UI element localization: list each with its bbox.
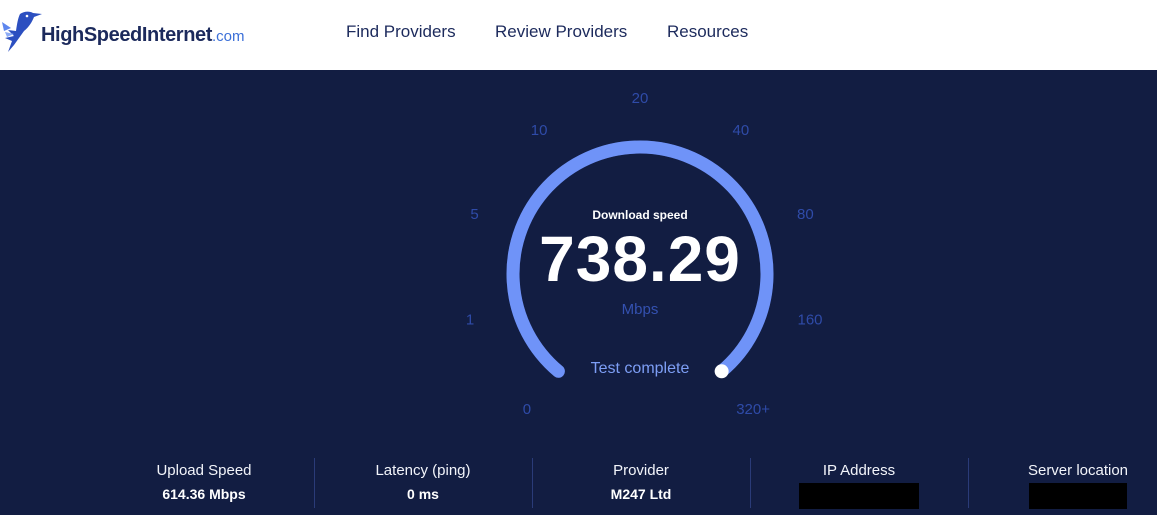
stat-upload-speed: Upload Speed 614.36 Mbps (114, 462, 294, 502)
gauge-tick-label: 160 (797, 312, 822, 329)
logo-wordmark[interactable]: HighSpeedInternet.com (41, 24, 245, 47)
gauge-tick-label: 0 (523, 401, 531, 418)
site-header: HighSpeedInternet.com Find Providers Rev… (0, 0, 1157, 70)
download-speed-value: 738.29 (539, 223, 741, 295)
gauge-tick-label: 20 (632, 90, 649, 107)
download-speed-unit: Mbps (621, 301, 659, 318)
gauge-tick-label: 40 (733, 122, 750, 139)
download-speed-label: Download speed (592, 208, 688, 222)
stat-value: 614.36 Mbps (162, 486, 246, 502)
nav-resources[interactable]: Resources (667, 22, 748, 42)
gauge-tick-label: 10 (531, 122, 548, 139)
nav-review-providers[interactable]: Review Providers (495, 22, 627, 42)
gauge-tick-label: 80 (797, 206, 814, 223)
speed-test-panel: 0 1 5 10 20 40 80 160 320+ Download speed 738.29… (0, 70, 1157, 515)
stat-value: M247 Ltd (610, 486, 672, 502)
stat-label: Server location (1027, 462, 1129, 479)
stat-divider (968, 458, 969, 508)
gauge-tick-label: 320+ (736, 401, 770, 418)
gauge-tick-label: 5 (470, 206, 478, 223)
stat-divider (750, 458, 751, 508)
redacted-value (1029, 483, 1127, 509)
gauge-tick-label: 1 (466, 312, 474, 329)
hummingbird-logo-icon (2, 11, 42, 52)
stat-divider (314, 458, 315, 508)
site-logo[interactable] (2, 10, 42, 56)
stat-value: 0 ms (407, 486, 439, 502)
redacted-value (799, 483, 919, 509)
stat-divider (532, 458, 533, 508)
stat-label: IP Address (822, 462, 896, 479)
stat-provider: Provider M247 Ltd (551, 462, 731, 502)
stat-label: Latency (ping) (375, 462, 471, 479)
stat-latency: Latency (ping) 0 ms (333, 462, 513, 502)
logo-domain-suffix: .com (212, 28, 245, 45)
logo-name: HighSpeedInternet (41, 24, 212, 46)
stat-server-location: Server location (988, 462, 1157, 514)
stat-label: Upload Speed (156, 462, 252, 479)
stat-label: Provider (613, 462, 669, 479)
stat-ip-address: IP Address (769, 462, 949, 514)
nav-find-providers[interactable]: Find Providers (346, 22, 456, 42)
test-status: Test complete (590, 360, 690, 377)
